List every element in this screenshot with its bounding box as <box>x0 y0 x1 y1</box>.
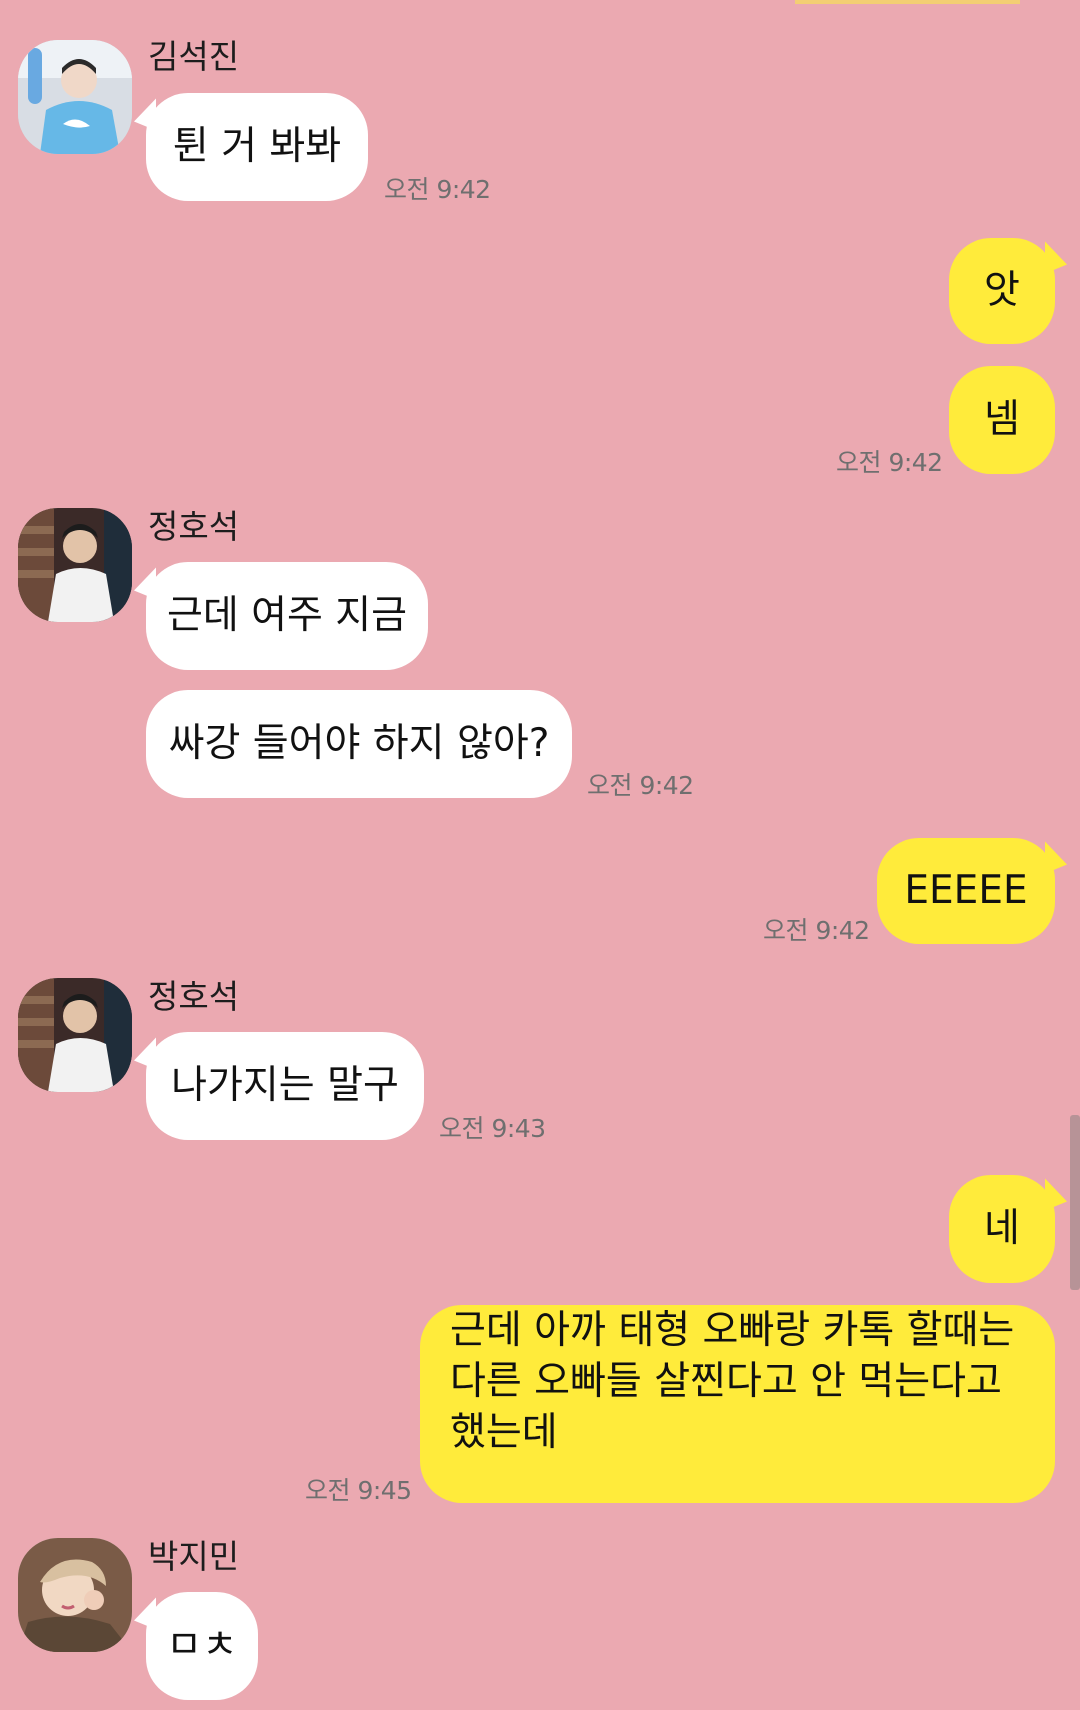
message-time: 오전 9:42 <box>763 916 870 945</box>
message-text: 싸강 들어야 하지 않아? <box>168 721 550 766</box>
avatar-photo-icon <box>18 1538 132 1652</box>
message-text: 앗 <box>984 268 1020 313</box>
message-bubble[interactable]: 네 <box>949 1175 1055 1283</box>
chat-thread[interactable]: 김석진 튄 거 봐봐 오전 9:42 앗 넴 오전 9:42 정호석 근데 여주… <box>0 0 1080 1710</box>
message-time: 오전 9:42 <box>587 771 694 800</box>
sender-name: 박지민 <box>148 1537 240 1576</box>
avatar-photo-icon <box>18 978 132 1092</box>
message-bubble[interactable]: ㅁㅊ <box>146 1592 258 1700</box>
top-divider <box>795 0 1020 4</box>
message-text: 넴 <box>984 397 1020 442</box>
avatar-park-jimin[interactable] <box>18 1538 132 1652</box>
message-bubble[interactable]: 나가지는 말구 <box>146 1032 424 1140</box>
sender-name: 정호석 <box>148 507 240 546</box>
message-text: 나가지는 말구 <box>171 1063 399 1108</box>
avatar-jung-hoseok[interactable] <box>18 508 132 622</box>
message-bubble[interactable]: 튄 거 봐봐 <box>146 93 368 201</box>
message-bubble[interactable]: 근데 여주 지금 <box>146 562 428 670</box>
message-text: 근데 아까 태형 오빠랑 카톡 할때는 다른 오빠들 살찐다고 안 먹는다고 했… <box>450 1308 1015 1455</box>
avatar-photo-icon <box>18 40 132 154</box>
message-bubble[interactable]: 싸강 들어야 하지 않아? <box>146 690 572 798</box>
avatar-jung-hoseok[interactable] <box>18 978 132 1092</box>
message-time: 오전 9:42 <box>836 448 943 477</box>
message-text: 튄 거 봐봐 <box>172 124 342 169</box>
message-bubble[interactable]: 앗 <box>949 238 1055 344</box>
message-text: EEEEE <box>904 868 1028 913</box>
message-time: 오전 9:42 <box>384 175 491 204</box>
message-time: 오전 9:45 <box>305 1476 412 1505</box>
sender-name: 정호석 <box>148 977 240 1016</box>
message-bubble[interactable]: 근데 아까 태형 오빠랑 카톡 할때는 다른 오빠들 살찐다고 안 먹는다고 했… <box>420 1305 1055 1503</box>
message-bubble[interactable]: EEEEE <box>877 838 1055 944</box>
message-time: 오전 9:43 <box>439 1114 546 1143</box>
scrollbar[interactable] <box>1070 1115 1080 1290</box>
avatar-photo-icon <box>18 508 132 622</box>
avatar-kim-seokjin[interactable] <box>18 40 132 154</box>
message-text: 근데 여주 지금 <box>166 593 408 638</box>
sender-name: 김석진 <box>148 37 240 76</box>
message-text: 네 <box>984 1206 1020 1251</box>
message-bubble[interactable]: 넴 <box>949 366 1055 474</box>
message-text: ㅁㅊ <box>166 1623 238 1668</box>
